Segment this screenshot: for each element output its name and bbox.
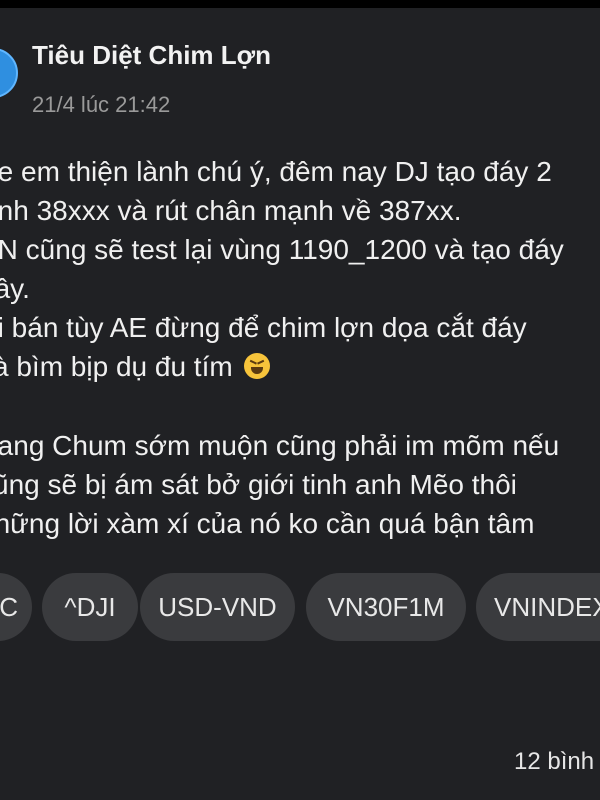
post-line: Bang Chum sớm muộn cũng phải im mõm nếu (0, 430, 560, 461)
ticker-chip-vnindex[interactable]: VNINDEX (476, 573, 600, 641)
ticker-chip-dji[interactable]: ^DJI (42, 573, 138, 641)
paragraph-break (0, 386, 600, 426)
post-line: Ae em thiện lành chú ý, đêm nay DJ tạo đ… (0, 156, 552, 187)
post-card: Tiêu Diệt Chim Lợn 21/4 lúc 21:42 Ae em … (0, 8, 600, 800)
ticker-chip-usd-vnd[interactable]: USD-VND (140, 573, 295, 641)
comment-count[interactable]: 12 bình (514, 748, 594, 776)
ticker-chip-vn30f1m[interactable]: VN30F1M (306, 573, 466, 641)
post-body: Ae em thiện lành chú ý, đêm nay DJ tạo đ… (0, 152, 600, 543)
post-line: đây. (0, 273, 30, 304)
laughing-face-emoji-icon (244, 353, 271, 379)
author-avatar[interactable] (0, 48, 18, 98)
post-line-with-emoji: và bìm bịp dụ đu tím (0, 347, 600, 386)
post-line: cũng sẽ bị ám sát bở giới tinh anh Mẽo t… (0, 469, 517, 500)
author-name[interactable]: Tiêu Diệt Chim Lợn (32, 40, 271, 71)
post-timestamp[interactable]: 21/4 lúc 21:42 (32, 92, 170, 118)
ticker-chip-row: C ^DJI USD-VND VN30F1M VNINDEX (0, 573, 600, 643)
ticker-chip[interactable]: C (0, 573, 32, 641)
post-line: những lời xàm xí của nó ko cần quá bận t… (0, 508, 535, 539)
post-line: VN cũng sẽ test lại vùng 1190_1200 và tạ… (0, 234, 564, 265)
post-line: Anh 38xxx và rút chân mạnh về 387xx. (0, 195, 462, 226)
post-line: Ai bán tùy AE đừng để chim lợn dọa cắt đ… (0, 312, 527, 343)
post-line: và bìm bịp dụ đu tím (0, 351, 233, 382)
